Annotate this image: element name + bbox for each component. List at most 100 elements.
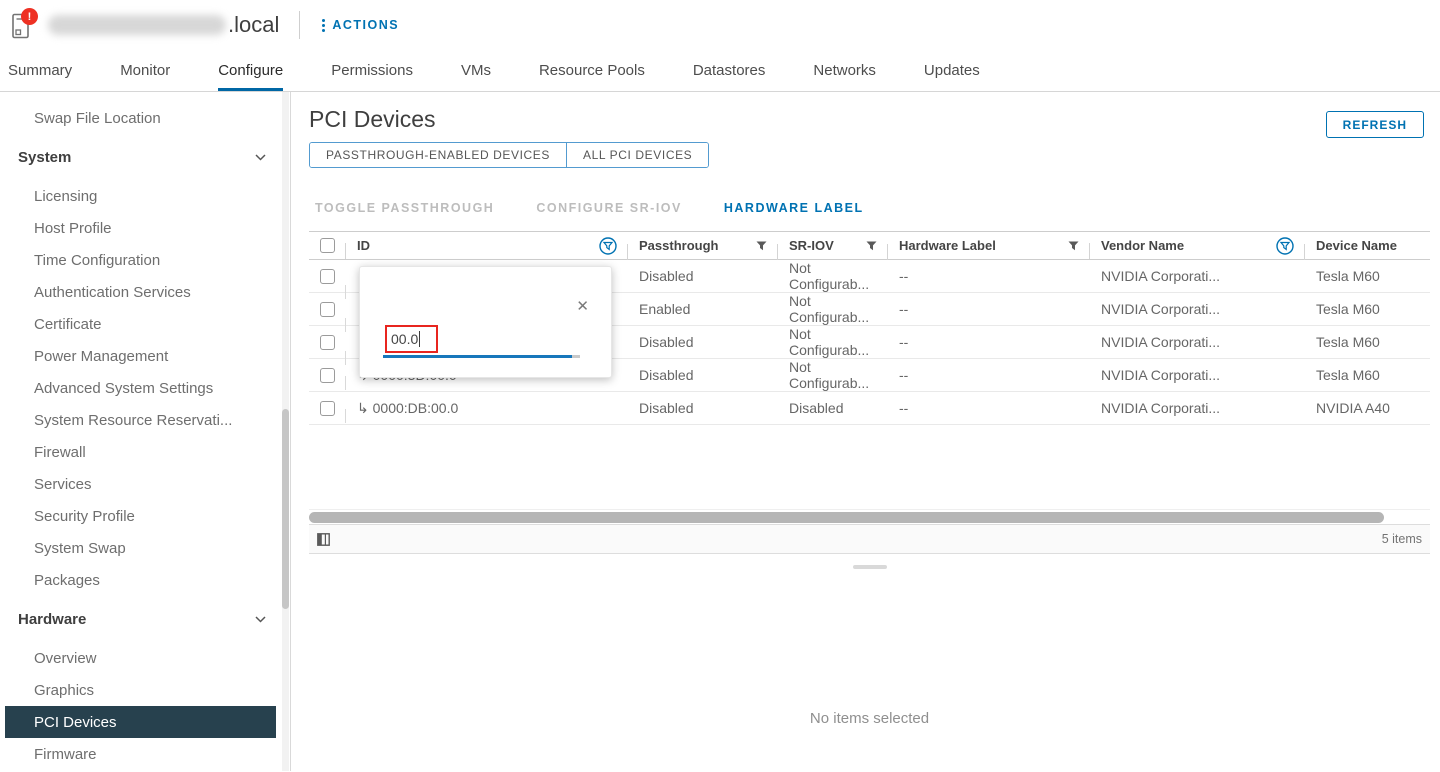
sidebar-group-system[interactable]: System [0,141,290,173]
cell-sriov: Not Configurab... [777,326,887,358]
tab-resource-pools[interactable]: Resource Pools [515,50,669,91]
passthrough-enabled-devices-button[interactable]: PASSTHROUGH-ENABLED DEVICES [310,143,566,167]
column-header-vendor-name[interactable]: Vendor Name [1101,238,1184,253]
filter-icon[interactable] [756,241,767,251]
sidebar-item-host-profile[interactable]: Host Profile [0,212,290,244]
sidebar-item-authentication-services[interactable]: Authentication Services [0,276,290,308]
actions-menu-button[interactable]: ACTIONS [322,18,399,32]
cell-device-name: Tesla M60 [1304,367,1430,383]
column-manager-icon[interactable] [317,533,330,546]
configure-sriov-link[interactable]: CONFIGURE SR-IOV [536,201,682,215]
page-title: PCI Devices [309,106,1430,133]
horizontal-scrollbar-thumb[interactable] [309,512,1384,523]
all-pci-devices-button[interactable]: ALL PCI DEVICES [566,143,708,167]
row-checkbox[interactable] [320,368,335,383]
device-view-toggle: PASSTHROUGH-ENABLED DEVICES ALL PCI DEVI… [309,142,709,168]
cell-device-name: NVIDIA A40 [1304,400,1430,416]
sidebar-group-label: System [18,149,71,166]
sidebar-group-hardware[interactable]: Hardware [0,603,290,635]
sidebar-item-advanced-system-settings[interactable]: Advanced System Settings [0,372,290,404]
sidebar-item-system-resource-reservation[interactable]: System Resource Reservati... [0,404,290,436]
hostname-redacted [48,15,226,35]
cell-device-name: Tesla M60 [1304,334,1430,350]
row-checkbox[interactable] [320,401,335,416]
sidebar-item-pci-devices[interactable]: PCI Devices [5,706,276,738]
grid-footer: 5 items [309,524,1430,554]
column-header-hardware-label[interactable]: Hardware Label [899,238,996,253]
cell-vendor-name: NVIDIA Corporati... [1089,268,1304,284]
input-underline [383,355,580,358]
sidebar-scrollbar-thumb[interactable] [282,409,289,609]
table-row[interactable]: ↳ 0000:DB:00.0 Disabled Disabled -- NVID… [309,392,1430,425]
vsphere-client-window: ! .local ACTIONS Summary Monitor Configu… [0,0,1440,772]
tab-monitor[interactable]: Monitor [96,50,194,91]
cell-vendor-name: NVIDIA Corporati... [1089,400,1304,416]
sidebar-item-firewall[interactable]: Firewall [0,436,290,468]
cell-hardware-label: -- [887,400,1089,416]
cell-vendor-name: NVIDIA Corporati... [1089,334,1304,350]
column-header-sriov[interactable]: SR-IOV [789,238,834,253]
cell-hardware-label: -- [887,334,1089,350]
row-checkbox[interactable] [320,335,335,350]
sidebar-item-system-swap[interactable]: System Swap [0,532,290,564]
panel-splitter[interactable] [309,554,1430,580]
row-checkbox[interactable] [320,302,335,317]
cell-passthrough: Disabled [627,334,777,350]
close-icon[interactable]: ✕ [576,297,589,315]
tab-vms[interactable]: VMs [437,50,515,91]
cell-sriov: Not Configurab... [777,359,887,391]
sidebar-item-overview[interactable]: Overview [0,642,290,674]
column-header-device-name[interactable]: Device Name [1316,238,1397,253]
cell-passthrough: Enabled [627,301,777,317]
cell-vendor-name: NVIDIA Corporati... [1089,301,1304,317]
column-header-passthrough[interactable]: Passthrough [639,238,718,253]
tab-permissions[interactable]: Permissions [307,50,437,91]
hardware-label-popup: ✕ 00.0 [359,266,612,378]
text-cursor [419,331,420,347]
cell-passthrough: Disabled [627,400,777,416]
hardware-label-link[interactable]: HARDWARE LABEL [724,201,864,215]
chevron-down-icon [255,154,266,161]
sidebar-item-licensing[interactable]: Licensing [0,180,290,212]
tab-configure[interactable]: Configure [194,50,307,91]
tab-updates[interactable]: Updates [900,50,1004,91]
filter-icon[interactable] [1068,241,1079,251]
tab-networks[interactable]: Networks [789,50,900,91]
filter-icon[interactable] [866,241,877,251]
sidebar-item-firmware[interactable]: Firmware [0,738,290,770]
header-divider [299,11,300,39]
sidebar-item-security-profile[interactable]: Security Profile [0,500,290,532]
select-all-checkbox[interactable] [320,238,335,253]
sidebar-item-certificate[interactable]: Certificate [0,308,290,340]
hardware-label-input-value: 00.0 [391,331,418,347]
cell-hardware-label: -- [887,268,1089,284]
splitter-handle[interactable] [853,565,887,569]
sidebar-item-services[interactable]: Services [0,468,290,500]
refresh-button[interactable]: REFRESH [1326,111,1424,138]
alert-badge-icon: ! [21,8,38,25]
horizontal-scrollbar [309,509,1430,524]
toggle-passthrough-link[interactable]: TOGGLE PASSTHROUGH [315,201,494,215]
configure-nav-list: Swap File Location System Licensing Host… [0,102,290,770]
sidebar-item-time-configuration[interactable]: Time Configuration [0,244,290,276]
filter-active-icon[interactable] [1276,237,1294,255]
sidebar-item-graphics[interactable]: Graphics [0,674,290,706]
column-header-id[interactable]: ID [357,238,370,253]
cell-id: ↳ 0000:DB:00.0 [357,400,458,417]
hardware-label-input[interactable]: 00.0 [385,325,438,353]
cell-hardware-label: -- [887,367,1089,383]
tab-summary[interactable]: Summary [0,50,96,91]
sidebar-item-swap-file-location[interactable]: Swap File Location [0,102,290,134]
hostname-suffix: .local [228,12,279,38]
cell-sriov: Not Configurab... [777,293,887,325]
chevron-down-icon [255,616,266,623]
object-tabbar: Summary Monitor Configure Permissions VM… [0,50,1440,92]
sidebar-item-power-management[interactable]: Power Management [0,340,290,372]
tab-datastores[interactable]: Datastores [669,50,790,91]
sidebar-group-label: Hardware [18,611,86,628]
row-checkbox[interactable] [320,269,335,284]
sidebar-item-packages[interactable]: Packages [0,564,290,596]
host-icon: ! [10,9,40,41]
grid-header-row: ID Passthrough SR-IOV [309,231,1430,260]
filter-active-icon[interactable] [599,237,617,255]
